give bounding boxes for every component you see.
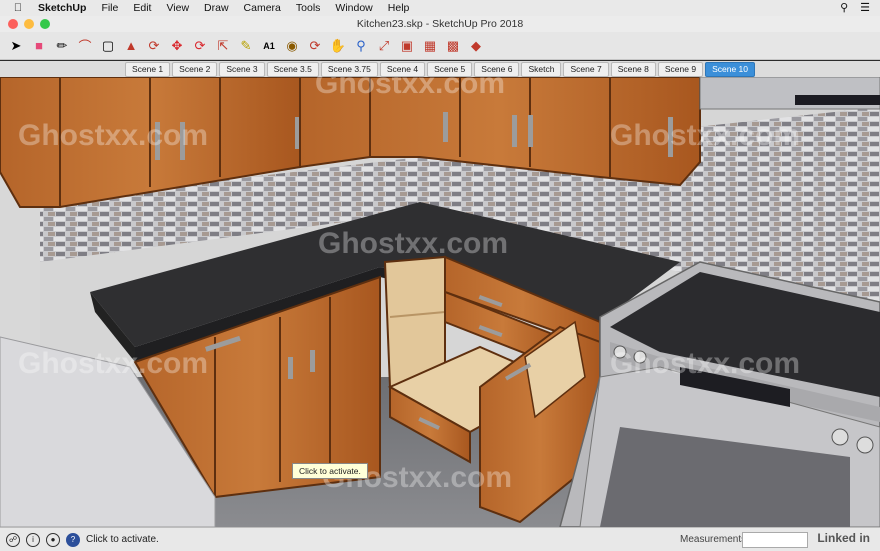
select-icon[interactable]: ➤ <box>6 36 26 56</box>
apple-icon[interactable]:  <box>12 2 24 14</box>
activate-tooltip: Click to activate. <box>292 463 368 479</box>
status-bar: ☍ i ● ? Click to activate. Measurements … <box>0 527 880 551</box>
menu-file[interactable]: File <box>101 2 118 14</box>
instructor-icon[interactable]: ? <box>66 532 80 547</box>
minimize-window-button[interactable] <box>24 19 34 29</box>
rectangle-icon[interactable]: ▢ <box>98 36 118 56</box>
extension-icon[interactable]: ▦ <box>420 36 440 56</box>
ruby-icon[interactable]: ◆ <box>466 36 486 56</box>
scene-tab-scene-6[interactable]: Scene 6 <box>474 61 520 77</box>
tape-measure-icon[interactable]: ✎ <box>236 36 256 56</box>
window-title: Kitchen23.skp - SketchUp Pro 2018 <box>356 18 524 30</box>
text-icon[interactable]: A1 <box>259 36 279 56</box>
menu-camera[interactable]: Camera <box>244 2 281 14</box>
scene-tab-scene-9[interactable]: Scene 9 <box>657 61 704 77</box>
menu-draw[interactable]: Draw <box>204 2 229 14</box>
pencil-icon[interactable]: ✏ <box>52 36 72 56</box>
watermark: Ghostxx.com <box>610 347 801 380</box>
scene-tab-scene-3-75[interactable]: Scene 3.75 <box>320 61 378 77</box>
user-icon[interactable]: ● <box>46 532 60 547</box>
scene-tab-sketch[interactable]: Sketch <box>521 61 562 77</box>
measurements-label: Measurements <box>680 534 747 545</box>
arc-icon[interactable]: ⌒ <box>75 36 95 56</box>
model-viewport[interactable]: Ghostxx.com Ghostxx.com Ghostxx.com Ghos… <box>0 77 880 527</box>
move-icon[interactable]: ✥ <box>167 36 187 56</box>
credits-icon[interactable]: i <box>26 532 40 547</box>
push-pull-icon[interactable]: ▲ <box>121 36 141 56</box>
menu-edit[interactable]: Edit <box>133 2 151 14</box>
watermark: Ghostxx.com <box>18 119 209 152</box>
scene-tab-scene-10[interactable]: Scene 10 <box>705 61 756 77</box>
scene-tab-scene-3[interactable]: Scene 3 <box>219 61 265 77</box>
scene-tab-scene-3-5[interactable]: Scene 3.5 <box>266 61 319 77</box>
zoom-window-button[interactable] <box>40 19 50 29</box>
search-icon[interactable]: ⚲ <box>840 1 848 14</box>
watermark: Ghostxx.com <box>610 119 801 152</box>
scene-tab-scene-5[interactable]: Scene 5 <box>427 61 473 77</box>
window-controls <box>8 19 50 29</box>
components-icon[interactable]: ▩ <box>443 36 463 56</box>
main-toolbar: ➤ ■ ✏ ⌒ ▢ ▲ ⟳ ✥ ⟳ ⇱ ✎ A1 ◉ ⟳ ✋ ⚲ ⤢ ▣ ▦ ▩… <box>0 32 880 60</box>
window-titlebar: Kitchen23.skp - SketchUp Pro 2018 <box>0 16 880 32</box>
warehouse-icon[interactable]: ▣ <box>397 36 417 56</box>
menu-tools[interactable]: Tools <box>296 2 321 14</box>
orbit-icon[interactable]: ⟳ <box>305 36 325 56</box>
scene-tab-scene-7[interactable]: Scene 7 <box>563 61 609 77</box>
scene-tab-scene-1[interactable]: Scene 1 <box>124 61 171 77</box>
menu-window[interactable]: Window <box>335 2 372 14</box>
watermark: Ghostxx.com <box>315 77 506 100</box>
close-window-button[interactable] <box>8 19 18 29</box>
menu-list-icon[interactable]: ☰ <box>860 1 870 14</box>
offset-icon[interactable]: ⟳ <box>144 36 164 56</box>
menu-help[interactable]: Help <box>388 2 410 14</box>
paint-bucket-icon[interactable]: ◉ <box>282 36 302 56</box>
linkedin-logo: Linked in <box>817 531 870 545</box>
menu-view[interactable]: View <box>166 2 189 14</box>
scene-tab-scene-4[interactable]: Scene 4 <box>379 61 426 77</box>
rotate-icon[interactable]: ⟳ <box>190 36 210 56</box>
geo-location-icon[interactable]: ☍ <box>6 532 20 547</box>
scale-icon[interactable]: ⇱ <box>213 36 233 56</box>
scene-tabs: Scene 1 Scene 2 Scene 3 Scene 3.5 Scene 3.75… <box>0 61 880 77</box>
scene-tab-scene-8[interactable]: Scene 8 <box>610 61 656 77</box>
status-message: Click to activate. <box>86 534 159 545</box>
mac-menubar:  SketchUp File Edit View Draw Camera To… <box>0 0 880 17</box>
measurements-input[interactable] <box>742 532 808 548</box>
pan-icon[interactable]: ✋ <box>328 36 348 56</box>
scene-tab-scene-2[interactable]: Scene 2 <box>172 61 218 77</box>
app-menu[interactable]: SketchUp <box>38 2 86 14</box>
eraser-icon[interactable]: ■ <box>29 36 49 56</box>
zoom-extents-icon[interactable]: ⤢ <box>374 36 394 56</box>
zoom-icon[interactable]: ⚲ <box>351 36 371 56</box>
watermark: Ghostxx.com <box>18 347 209 380</box>
watermark: Ghostxx.com <box>318 227 509 260</box>
